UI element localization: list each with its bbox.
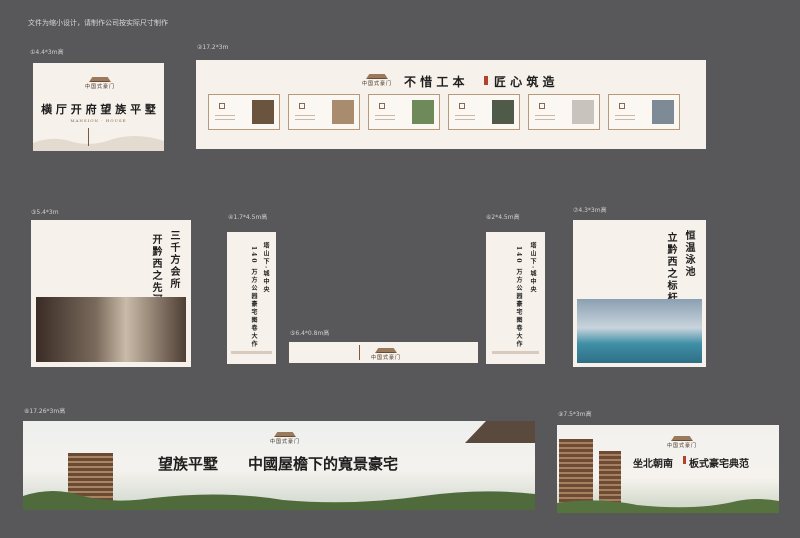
panel-6-label: ⑥2*4.5m高 (486, 214, 520, 221)
trees-decoration (557, 499, 779, 513)
gallery-thumb (528, 94, 600, 130)
pool-photo (577, 299, 702, 363)
panel-9-title-right: 板式豪宅典范 (689, 459, 749, 470)
panel-8-label: ⑧17.26*3m高 (24, 408, 66, 415)
panel-8-title-left: 望族平墅 (158, 455, 219, 473)
panel-7-label: ⑦4.3*3m高 (573, 207, 607, 214)
panel-8: 中国式豪门 望族平墅 中國屋檐下的寬景豪宅 (23, 421, 535, 510)
panel-3-label: ③5.4*3m (31, 209, 59, 216)
panel-6-text-right: 塔山下·城中央 (529, 242, 536, 295)
panel-1-subtitle: MANSION · HOUSE (70, 118, 127, 123)
panel-7-text-right: 恒温泳池 (683, 230, 694, 278)
panel-6-text-left: 140 万方公园豪宅图卷大作 (515, 246, 522, 349)
panel-4: 塔山下·城中央 140 万方公园豪宅图卷大作 (227, 232, 276, 364)
brand-logo: 中国式豪门 (270, 432, 300, 445)
brand-logo: 中国式豪门 (667, 436, 697, 449)
panel-3-text-right: 三千方会所 (168, 230, 179, 290)
panel-4-text-left: 140 万方公园豪宅图卷大作 (250, 246, 257, 349)
gallery-thumb (368, 94, 440, 130)
seal-icon (484, 76, 488, 85)
panel-1-label: ①4.4*3m高 (30, 49, 64, 56)
gallery-thumb (288, 94, 360, 130)
clubhouse-photo (36, 297, 186, 362)
panel-5: 中国式豪门 (289, 342, 478, 363)
panel-2: 中国式豪门 不 惜 工 本 匠 心 筑 造 (196, 60, 706, 149)
panel-6: 塔山下·城中央 140 万方公园豪宅图卷大作 (486, 232, 545, 364)
roof-icon (375, 348, 397, 353)
panel-4-text-right: 塔山下·城中央 (262, 242, 269, 295)
roof-icon (366, 74, 388, 79)
roof-icon (89, 77, 111, 82)
deer-icon (88, 128, 89, 146)
scroll-roll (231, 351, 272, 354)
panel-7-text-left: 立黔西之标杆 (665, 232, 676, 304)
seal-icon (683, 456, 686, 464)
brand-logo: 中国式豪门 (371, 348, 401, 361)
roof-icon (671, 436, 693, 441)
mountain-decoration (33, 135, 164, 151)
brand-logo: 中国式豪门 (85, 77, 115, 90)
panel-1: 中国式豪门 横 厅 开 府 望 族 平 墅 MANSION · HOUSE (33, 63, 164, 151)
deer-icon (359, 345, 360, 360)
panel-9: 中国式豪门 坐北朝南 板式豪宅典范 (557, 425, 779, 513)
design-note: 文件为缩小设计，请制作公司按实际尺寸制作 (28, 19, 168, 27)
panel-2-title-left: 不 惜 工 本 (404, 75, 465, 89)
panel-9-title-left: 坐北朝南 (633, 459, 673, 470)
brand-logo: 中国式豪门 (362, 74, 392, 87)
trees-decoration (23, 491, 535, 510)
panel-4-label: ④1.7*4.5m高 (228, 214, 268, 221)
panel-2-title-right: 匠 心 筑 造 (494, 75, 555, 89)
panel-3: 三千方会所 开黔西之先河 (31, 220, 191, 367)
panel-7: 恒温泳池 立黔西之标杆 (573, 220, 706, 367)
gallery-thumb (448, 94, 520, 130)
panel-3-text-left: 开黔西之先河 (150, 234, 161, 306)
scroll-roll (492, 351, 539, 354)
roof-icon (274, 432, 296, 437)
panel-5-label: ⑤6.4*0.8m高 (290, 330, 330, 337)
panel-8-title-right: 中國屋檐下的寬景豪宅 (248, 455, 399, 473)
gallery-thumb (208, 94, 280, 130)
gallery-thumb (608, 94, 680, 130)
panel-2-label: ②17.2*3m (197, 44, 229, 51)
panel-1-title: 横 厅 开 府 望 族 平 墅 (41, 103, 156, 116)
roof-eave (465, 421, 535, 443)
panel-9-label: ⑨7.5*3m高 (558, 411, 592, 418)
